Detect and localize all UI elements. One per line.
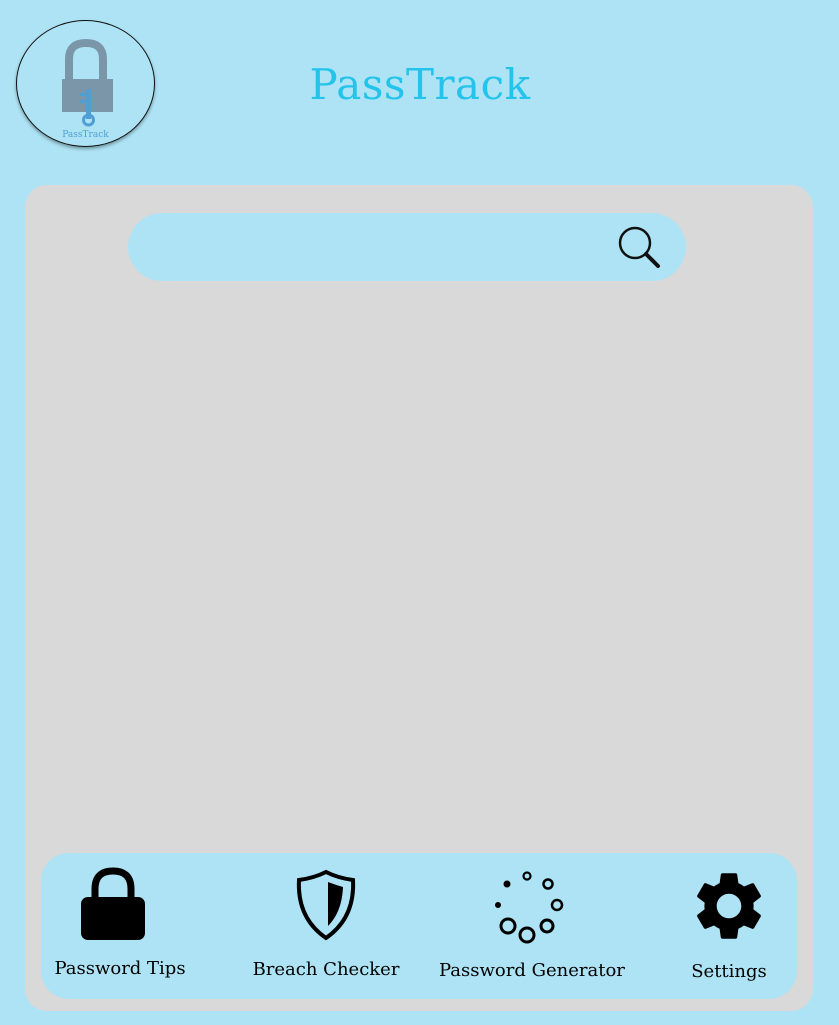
app-logo: PassTrack xyxy=(16,20,155,147)
logo-text: PassTrack xyxy=(62,130,109,140)
search-button[interactable] xyxy=(615,223,665,271)
app-title: PassTrack xyxy=(309,60,531,109)
search-input[interactable] xyxy=(156,227,610,269)
nav-item-password-generator[interactable]: Password Generator xyxy=(439,853,625,999)
nav-label: Settings xyxy=(691,961,767,982)
search-bar xyxy=(128,213,686,281)
nav-label: Breach Checker xyxy=(252,959,400,980)
nav-item-breach-checker[interactable]: Breach Checker xyxy=(251,853,401,999)
nav-label: Password Generator xyxy=(439,960,625,981)
loading-dots-icon xyxy=(495,871,564,944)
nav-label: Password Tips xyxy=(54,958,186,979)
search-icon xyxy=(618,226,660,268)
nav-item-password-tips[interactable]: Password Tips xyxy=(49,853,191,999)
nav-item-settings[interactable]: Settings xyxy=(669,853,789,999)
padlock-key-icon xyxy=(62,38,113,127)
lock-icon xyxy=(81,867,145,940)
shield-icon xyxy=(296,869,356,941)
gear-icon xyxy=(697,873,761,939)
bottom-nav: Password Tips Breach Checker Password Ge… xyxy=(41,853,797,999)
